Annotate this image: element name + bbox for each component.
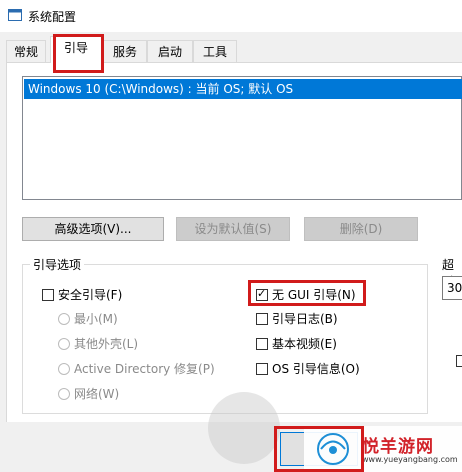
safe-boot-checkbox[interactable]: [42, 289, 54, 301]
alternate-shell-label: 其他外壳(L): [74, 337, 139, 351]
no-gui-highlight: [248, 280, 366, 306]
delete-button[interactable]: 删除(D): [304, 217, 418, 241]
os-boot-info-label: OS 引导信息(O): [272, 362, 360, 376]
os-list[interactable]: Windows 10 (C:\Windows) : 当前 OS; 默认 OS: [22, 76, 462, 200]
advanced-options-button[interactable]: 高级选项(V)...: [22, 217, 164, 241]
os-boot-info-checkbox[interactable]: [256, 363, 268, 375]
alternate-shell-radio[interactable]: [58, 338, 70, 350]
set-default-button[interactable]: 设为默认值(S): [176, 217, 290, 241]
timeout-input[interactable]: 30: [442, 276, 462, 300]
network-label: 网络(W): [74, 387, 120, 401]
boot-tab-highlight: [53, 34, 104, 73]
tab-tools[interactable]: 工具: [193, 40, 237, 62]
tab-general[interactable]: 常规: [6, 40, 46, 62]
os-list-item-selected[interactable]: Windows 10 (C:\Windows) : 当前 OS; 默认 OS: [24, 79, 462, 99]
ad-repair-radio[interactable]: [58, 363, 70, 375]
watermark-brand: 悦羊游网: [362, 437, 434, 457]
network-radio[interactable]: [58, 388, 70, 400]
tab-startup[interactable]: 启动: [147, 40, 193, 62]
window-title: 系统配置: [28, 10, 77, 24]
boot-options-label: 引导选项: [30, 256, 85, 273]
ok-button-highlight: [274, 426, 364, 472]
system-config-icon: [8, 9, 22, 21]
base-video-checkbox[interactable]: [256, 338, 268, 350]
minimal-label: 最小(M): [74, 312, 118, 326]
ad-repair-label: Active Directory 修复(P): [74, 362, 215, 376]
watermark-circle: [208, 392, 280, 464]
boot-log-label: 引导日志(B): [272, 312, 338, 326]
base-video-label: 基本视频(E): [272, 337, 337, 351]
minimal-radio[interactable]: [58, 313, 70, 325]
watermark-url: www.yueyangbang.com: [362, 455, 458, 464]
safe-boot-label: 安全引导(F): [58, 288, 123, 302]
boot-log-checkbox[interactable]: [256, 313, 268, 325]
tab-services[interactable]: 服务: [103, 40, 147, 62]
make-permanent-checkbox[interactable]: [456, 355, 462, 367]
